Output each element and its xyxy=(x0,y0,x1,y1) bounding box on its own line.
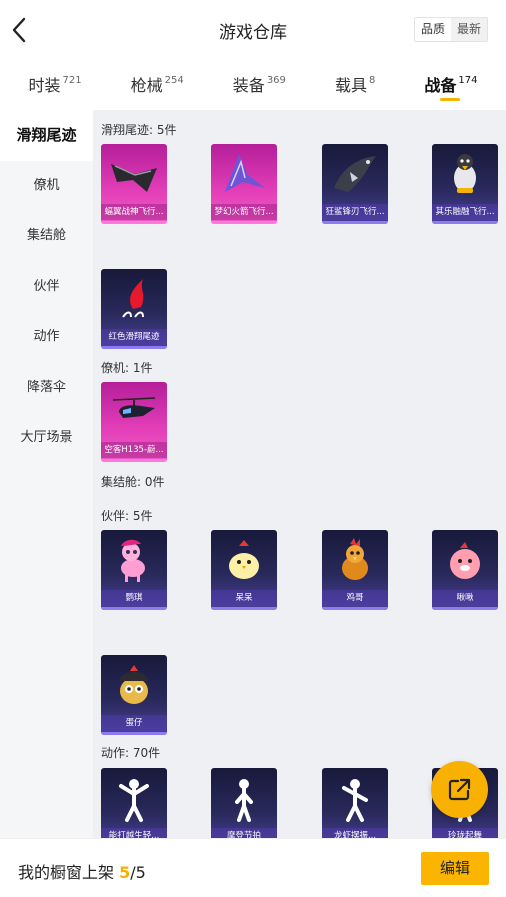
item-card[interactable]: 其乐融融飞行... xyxy=(432,144,498,224)
item-card[interactable]: 鸡哥 xyxy=(322,530,388,610)
item-card[interactable]: 呆呆 xyxy=(211,530,277,610)
rarity-bar xyxy=(101,732,167,735)
item-name: 鸡哥 xyxy=(322,590,388,606)
tab-count: 174 xyxy=(458,75,478,86)
sort-quality-button[interactable]: 品质 xyxy=(414,18,451,41)
sidebar-item-glide-trail[interactable]: 滑翔尾迹 xyxy=(0,110,93,161)
active-tab-indicator xyxy=(440,98,461,101)
item-card[interactable]: 狂鲨锋刃飞行... xyxy=(322,144,388,224)
section-title-partner: 伙伴: 5件 xyxy=(101,509,153,523)
tab-count: 8 xyxy=(368,75,376,86)
item-name: 蝠翼战神飞行... xyxy=(101,204,167,220)
rarity-bar xyxy=(101,607,167,610)
showcase-current-count: 5 xyxy=(119,863,131,882)
rarity-bar xyxy=(101,459,167,462)
rarity-bar xyxy=(432,607,498,610)
item-grid: 滑翔尾迹: 5件 蝠翼战神飞行... 梦幻火箭飞行... 狂鲨锋刃飞行... 其… xyxy=(93,110,506,838)
pink-pony-icon xyxy=(121,539,145,582)
item-card[interactable]: 能打越生轻... xyxy=(101,768,167,838)
sidebar-item-lobby-scene[interactable]: 大厅场景 xyxy=(0,413,93,464)
item-name: 鹦琪 xyxy=(101,590,167,606)
share-button[interactable] xyxy=(431,761,488,818)
header: 游戏仓库 品质 最新 xyxy=(0,0,506,60)
penguin-glider-icon xyxy=(454,154,476,193)
item-name: 呆呆 xyxy=(211,590,277,606)
category-tabs: 时装 721 枪械 254 装备 369 载具 8 战备 174 xyxy=(0,62,506,110)
tab-count: 254 xyxy=(164,75,184,86)
item-card[interactable]: 红色滑翔尾迹 xyxy=(101,269,167,349)
item-card[interactable]: 摩登节拍 xyxy=(211,768,277,838)
item-card[interactable]: 鹦琪 xyxy=(101,530,167,610)
sort-newest-button[interactable]: 最新 xyxy=(450,18,487,41)
red-trail-icon xyxy=(122,279,144,318)
dancer-figure-icon xyxy=(235,779,253,822)
item-card[interactable]: 蛋仔 xyxy=(101,655,167,735)
edit-button[interactable]: 编辑 xyxy=(421,852,489,885)
item-name: 蛋仔 xyxy=(101,715,167,731)
item-name: 龙虾摆振... xyxy=(322,828,388,838)
rarity-bar xyxy=(101,346,167,349)
rarity-bar xyxy=(211,221,277,224)
pink-bird-icon xyxy=(450,542,480,579)
bat-wing-glider-icon xyxy=(111,164,157,192)
tab-guns[interactable]: 枪械 254 xyxy=(131,62,184,110)
item-card[interactable]: 龙虾摆振... xyxy=(322,768,388,838)
egg-buddy-icon xyxy=(120,665,148,704)
tab-count: 721 xyxy=(62,75,82,86)
tab-readiness[interactable]: 战备 174 xyxy=(424,62,477,110)
section-title-emote: 动作: 70件 xyxy=(101,746,161,760)
tab-label: 装备 xyxy=(232,76,265,95)
item-card[interactable]: 梦幻火箭飞行... xyxy=(211,144,277,224)
showcase-status: 我的橱窗上架 5/5 xyxy=(18,859,146,883)
section-title-capsule: 集结舱: 0件 xyxy=(101,475,165,489)
rarity-bar xyxy=(432,221,498,224)
helicopter-icon xyxy=(112,397,156,418)
item-name: 啾啾 xyxy=(432,590,498,606)
rooster-icon xyxy=(342,538,368,580)
rarity-bar xyxy=(322,221,388,224)
sidebar-item-parachute[interactable]: 降落伞 xyxy=(0,363,93,414)
tab-fashion[interactable]: 时装 721 xyxy=(29,62,82,110)
rarity-bar xyxy=(322,607,388,610)
sidebar-item-capsule[interactable]: 集结舱 xyxy=(0,211,93,262)
tab-equipment[interactable]: 装备 369 xyxy=(233,62,286,110)
sidebar: 滑翔尾迹 僚机 集结舱 伙伴 动作 降落伞 大厅场景 xyxy=(0,110,93,838)
tab-label: 战备 xyxy=(424,76,457,95)
showcase-bar: 我的橱窗上架 5/5 编辑 xyxy=(0,838,506,897)
showcase-total-count: /5 xyxy=(130,863,146,882)
rarity-bar xyxy=(211,607,277,610)
item-name: 其乐融融飞行... xyxy=(432,204,498,220)
sidebar-item-wingman[interactable]: 僚机 xyxy=(0,161,93,212)
dancer-figure-icon xyxy=(342,779,368,822)
section-title-wingman: 僚机: 1件 xyxy=(101,361,153,375)
item-name: 能打越生轻... xyxy=(101,828,167,838)
item-name: 摩登节拍 xyxy=(211,828,277,838)
sort-toggle: 品质 最新 xyxy=(413,17,488,42)
item-name: 空客H135-蔚... xyxy=(101,442,167,458)
item-card[interactable]: 啾啾 xyxy=(432,530,498,610)
sidebar-item-partner[interactable]: 伙伴 xyxy=(0,262,93,313)
dancer-figure-icon xyxy=(119,779,149,822)
tab-label: 载具 xyxy=(334,76,367,95)
yellow-chick-icon xyxy=(229,540,259,579)
item-name: 玲珑起舞 xyxy=(432,828,498,838)
item-card[interactable]: 蝠翼战神飞行... xyxy=(101,144,167,224)
item-card[interactable]: 空客H135-蔚... xyxy=(101,382,167,462)
rocket-glider-icon xyxy=(225,154,265,192)
showcase-label: 我的橱窗上架 xyxy=(18,863,115,882)
share-external-icon xyxy=(448,778,471,801)
tab-label: 时装 xyxy=(28,76,61,95)
sidebar-item-emote[interactable]: 动作 xyxy=(0,312,93,363)
shark-glider-icon xyxy=(334,156,376,192)
tab-label: 枪械 xyxy=(130,76,163,95)
section-title-glide-trail: 滑翔尾迹: 5件 xyxy=(101,123,177,137)
tab-count: 369 xyxy=(266,75,286,86)
item-name: 梦幻火箭飞行... xyxy=(211,204,277,220)
rarity-bar xyxy=(101,221,167,224)
item-name: 红色滑翔尾迹 xyxy=(101,329,167,345)
item-name: 狂鲨锋刃飞行... xyxy=(322,204,388,220)
tab-vehicles[interactable]: 载具 8 xyxy=(335,62,375,110)
